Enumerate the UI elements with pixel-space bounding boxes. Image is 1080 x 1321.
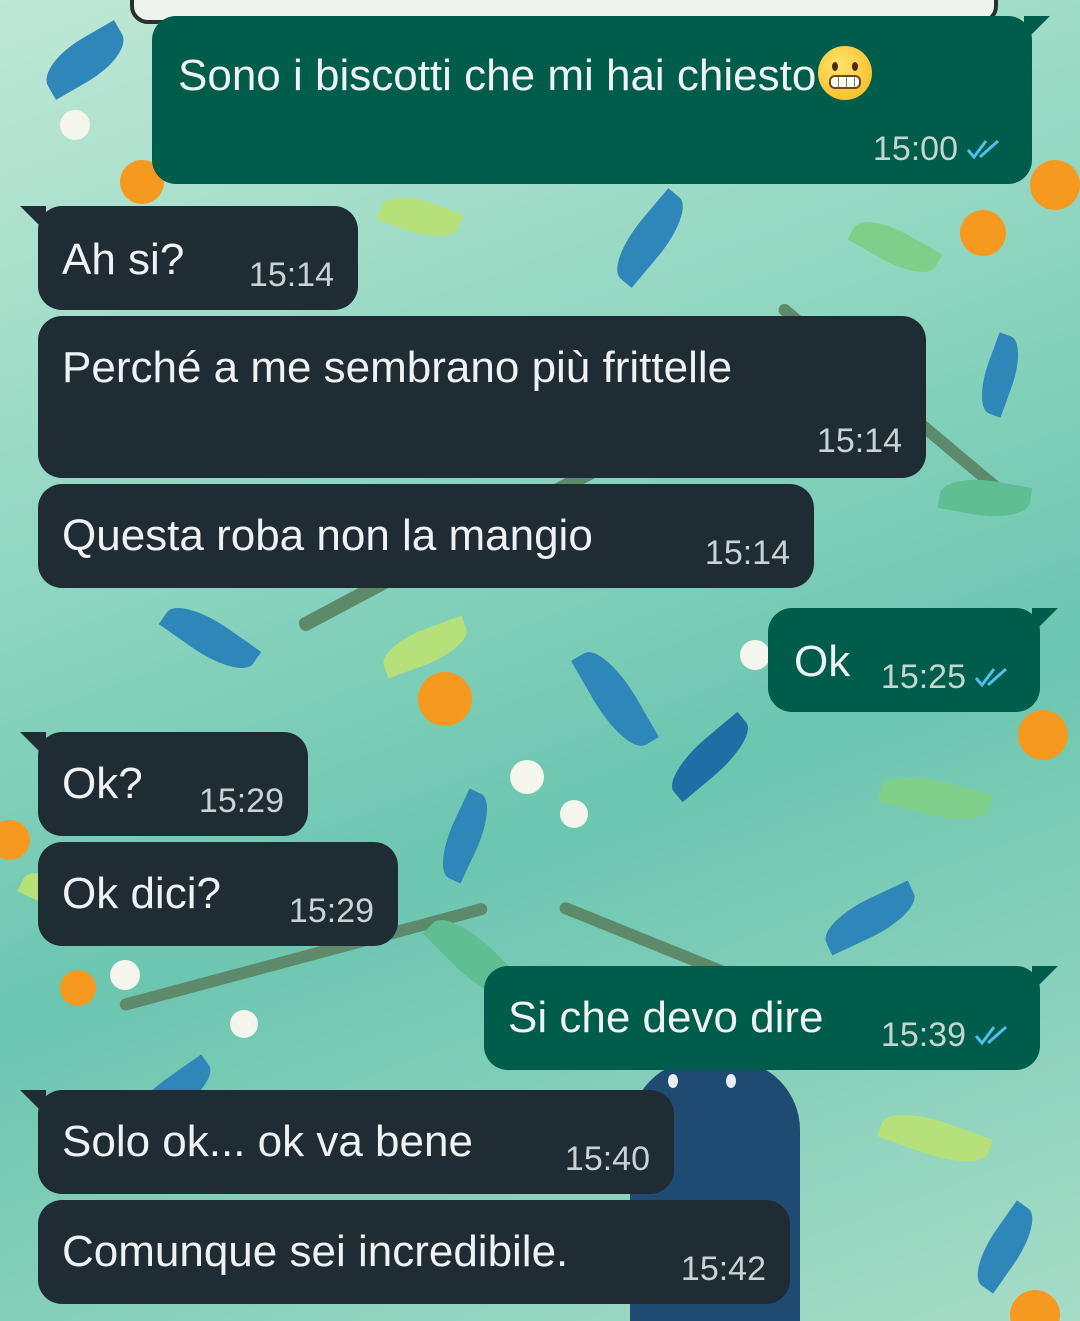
incoming-message-bubble[interactable]: Perché a me sembrano più frittelle 15:14 <box>38 316 926 478</box>
incoming-message-bubble[interactable]: Questa roba non la mangio 15:14 <box>38 484 814 588</box>
message-timestamp: 15:39 <box>880 1016 966 1054</box>
message-timestamp: 15:40 <box>564 1140 650 1178</box>
message-text: Si che devo dire <box>508 993 824 1042</box>
message-timestamp: 15:14 <box>816 422 902 460</box>
message-text: Solo ok... ok va bene <box>62 1117 473 1166</box>
message-text: Sono i biscotti che mi hai chiesto <box>178 51 817 100</box>
message-text: Comunque sei incredibile. <box>62 1227 569 1276</box>
message-text: Ah si? <box>62 235 185 284</box>
message-timestamp: 15:14 <box>248 256 334 294</box>
double-check-icon <box>974 667 1007 688</box>
message-timestamp: 15:29 <box>198 782 284 820</box>
message-timestamp: 15:25 <box>880 658 966 696</box>
incoming-message-bubble[interactable]: Ah si? 15:14 <box>20 206 358 310</box>
incoming-message-bubble[interactable]: Comunque sei incredibile. 15:42 <box>38 1200 790 1304</box>
message-timestamp: 15:42 <box>680 1250 766 1288</box>
double-check-icon <box>974 1025 1007 1046</box>
message-timestamp: 15:14 <box>704 534 790 572</box>
double-check-icon <box>966 139 999 160</box>
message-text: Ok dici? <box>62 869 221 918</box>
outgoing-message-bubble[interactable]: Si che devo dire 15:39 <box>484 966 1058 1070</box>
outgoing-message-bubble[interactable]: Sono i biscotti che mi hai chiesto 15:00 <box>152 16 1050 184</box>
message-text: Perché a me sembrano più frittelle <box>62 343 733 392</box>
incoming-message-bubble[interactable]: Ok? 15:29 <box>20 732 308 836</box>
message-text: Ok <box>794 637 851 686</box>
message-text: Ok? <box>62 759 143 808</box>
message-timestamp: 15:29 <box>288 892 374 930</box>
grimacing-face-emoji-icon <box>818 46 873 100</box>
message-text: Questa roba non la mangio <box>62 511 593 560</box>
incoming-message-bubble[interactable]: Solo ok... ok va bene 15:40 <box>20 1090 674 1194</box>
incoming-message-bubble[interactable]: Ok dici? 15:29 <box>38 842 398 946</box>
message-timestamp: 15:00 <box>872 130 958 168</box>
outgoing-message-bubble[interactable]: Ok 15:25 <box>768 608 1058 712</box>
